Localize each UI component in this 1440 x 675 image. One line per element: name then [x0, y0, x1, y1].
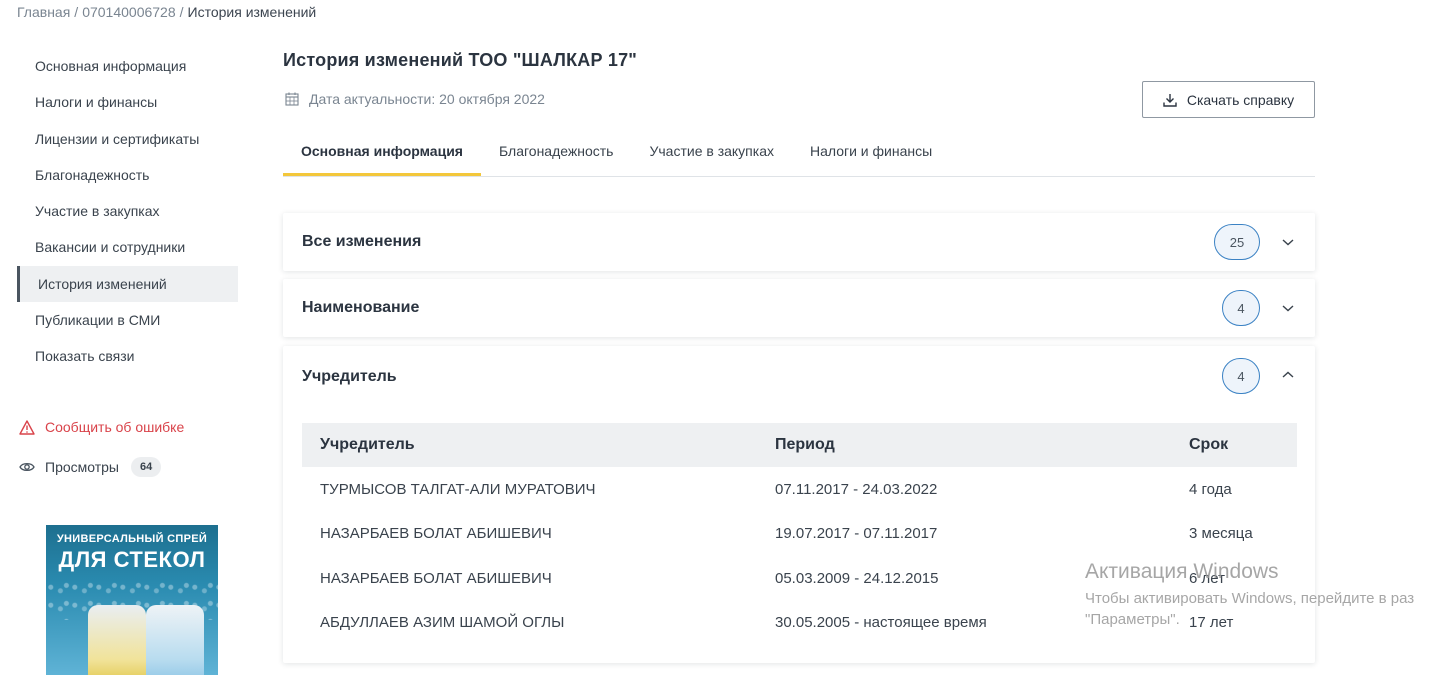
- breadcrumb-home[interactable]: Главная: [17, 4, 70, 20]
- founder-name: НАЗАРБАЕВ БОЛАТ АБИШЕВИЧ: [320, 525, 552, 543]
- download-icon: [1163, 93, 1177, 107]
- date-relevance-text: Дата актуальности: 20 октября 2022: [309, 91, 545, 107]
- founder-name: ТУРМЫСОВ ТАЛГАТ-АЛИ МУРАТОВИЧ: [320, 480, 596, 498]
- date-relevance: Дата актуальности: 20 октября 2022: [285, 91, 545, 107]
- sidebar-item-connections[interactable]: Показать связи: [17, 338, 238, 374]
- tab-reliability[interactable]: Благонадежность: [481, 128, 631, 176]
- breadcrumb-current: История изменений: [187, 4, 317, 20]
- download-report-label: Скачать справку: [1186, 91, 1295, 108]
- spray-bottle-icon: [146, 605, 204, 675]
- founder-name: НАЗАРБАЕВ БОЛАТ АБИШЕВИЧ: [320, 569, 552, 587]
- table-header-row: Учредитель Период Срок: [302, 423, 1297, 467]
- founder-duration: 4 года: [1189, 480, 1232, 498]
- eye-icon: [19, 462, 35, 472]
- breadcrumb-separator: /: [74, 4, 79, 20]
- founders-table: Учредитель Период Срок ТУРМЫСОВ ТАЛГАТ-А…: [302, 423, 1297, 645]
- count-badge: 25: [1214, 224, 1260, 260]
- founder-period: 07.11.2017 - 24.03.2022: [775, 480, 938, 498]
- table-row: НАЗАРБАЕВ БОЛАТ АБИШЕВИЧ 05.03.2009 - 24…: [302, 556, 1297, 601]
- sidebar-nav: Основная информация Налоги и финансы Лиц…: [17, 48, 238, 375]
- section-founder: Учредитель 4 Учредитель Период Срок ТУРМ…: [283, 346, 1315, 663]
- download-report-button[interactable]: Скачать справку: [1142, 81, 1315, 118]
- section-name-header[interactable]: Наименование 4: [283, 279, 1315, 337]
- views-label: Просмотры: [45, 459, 119, 475]
- founder-name: АБДУЛЛАЕВ АЗИМ ШАМОЙ ОГЛЫ: [320, 614, 565, 632]
- tab-basic-info[interactable]: Основная информация: [283, 128, 481, 176]
- sidebar-item-procurement[interactable]: Участие в закупках: [17, 193, 238, 229]
- sidebar-item-taxes[interactable]: Налоги и финансы: [17, 84, 238, 120]
- views-count-badge: 64: [131, 457, 162, 477]
- warning-icon: [19, 419, 35, 435]
- section-title: Учредитель: [302, 367, 397, 385]
- column-header: Срок: [1171, 423, 1297, 467]
- chevron-up-icon[interactable]: [1281, 368, 1295, 382]
- chevron-down-icon[interactable]: [1281, 301, 1295, 315]
- chevron-down-icon[interactable]: [1281, 235, 1295, 249]
- breadcrumb-bin[interactable]: 070140006728: [82, 4, 175, 20]
- column-header: Период: [757, 423, 1171, 467]
- sidebar-item-basic-info[interactable]: Основная информация: [17, 48, 238, 84]
- section-title: Все изменения: [302, 233, 422, 250]
- ad-line-1: УНИВЕРСАЛЬНЫЙ СПРЕЙ: [56, 533, 208, 545]
- section-all-changes-header[interactable]: Все изменения 25: [283, 213, 1315, 271]
- tab-procurement[interactable]: Участие в закупках: [631, 128, 792, 176]
- section-name: Наименование 4: [283, 279, 1315, 337]
- tab-taxes[interactable]: Налоги и финансы: [792, 128, 950, 176]
- count-badge: 4: [1222, 358, 1260, 394]
- spray-bottle-icon: [88, 605, 146, 675]
- sidebar-item-vacancies[interactable]: Вакансии и сотрудники: [17, 229, 238, 265]
- founder-duration: 17 лет: [1189, 614, 1234, 632]
- calendar-icon: [285, 92, 299, 106]
- section-title: Наименование: [302, 299, 420, 316]
- report-error-label: Сообщить об ошибке: [45, 419, 185, 435]
- breadcrumb: Главная/070140006728/История изменений: [17, 4, 316, 20]
- ad-line-2: ДЛЯ СТЕКОЛ: [58, 547, 206, 572]
- founder-period: 05.03.2009 - 24.12.2015: [775, 569, 939, 587]
- table-row: АБДУЛЛАЕВ АЗИМ ШАМОЙ ОГЛЫ 30.05.2005 - н…: [302, 601, 1297, 646]
- section-all-changes: Все изменения 25: [283, 213, 1315, 271]
- section-founder-header[interactable]: Учредитель 4: [283, 346, 1315, 407]
- tab-bar: Основная информация Благонадежность Учас…: [283, 128, 1315, 177]
- founder-period: 30.05.2005 - настоящее время: [775, 614, 987, 632]
- page-title: История изменений ТОО "ШАЛКАР 17": [283, 50, 638, 70]
- breadcrumb-separator: /: [179, 4, 184, 20]
- founder-duration: 6 лет: [1189, 569, 1225, 587]
- table-row: ТУРМЫСОВ ТАЛГАТ-АЛИ МУРАТОВИЧ 07.11.2017…: [302, 467, 1297, 512]
- founder-period: 19.07.2017 - 07.11.2017: [775, 525, 938, 543]
- sidebar-item-media[interactable]: Публикации в СМИ: [17, 302, 238, 338]
- advertisement-banner[interactable]: УНИВЕРСАЛЬНЫЙ СПРЕЙ ДЛЯ СТЕКОЛ: [46, 525, 218, 675]
- sidebar-item-history[interactable]: История изменений: [17, 265, 238, 303]
- sidebar-item-licenses[interactable]: Лицензии и сертификаты: [17, 121, 238, 157]
- table-row: НАЗАРБАЕВ БОЛАТ АБИШЕВИЧ 19.07.2017 - 07…: [302, 512, 1297, 557]
- sidebar-item-reliability[interactable]: Благонадежность: [17, 157, 238, 193]
- views-counter: Просмотры 64: [19, 457, 162, 477]
- column-header: Учредитель: [302, 423, 757, 467]
- founder-duration: 3 месяца: [1189, 525, 1253, 543]
- count-badge: 4: [1222, 290, 1260, 326]
- report-error-link[interactable]: Сообщить об ошибке: [19, 419, 184, 435]
